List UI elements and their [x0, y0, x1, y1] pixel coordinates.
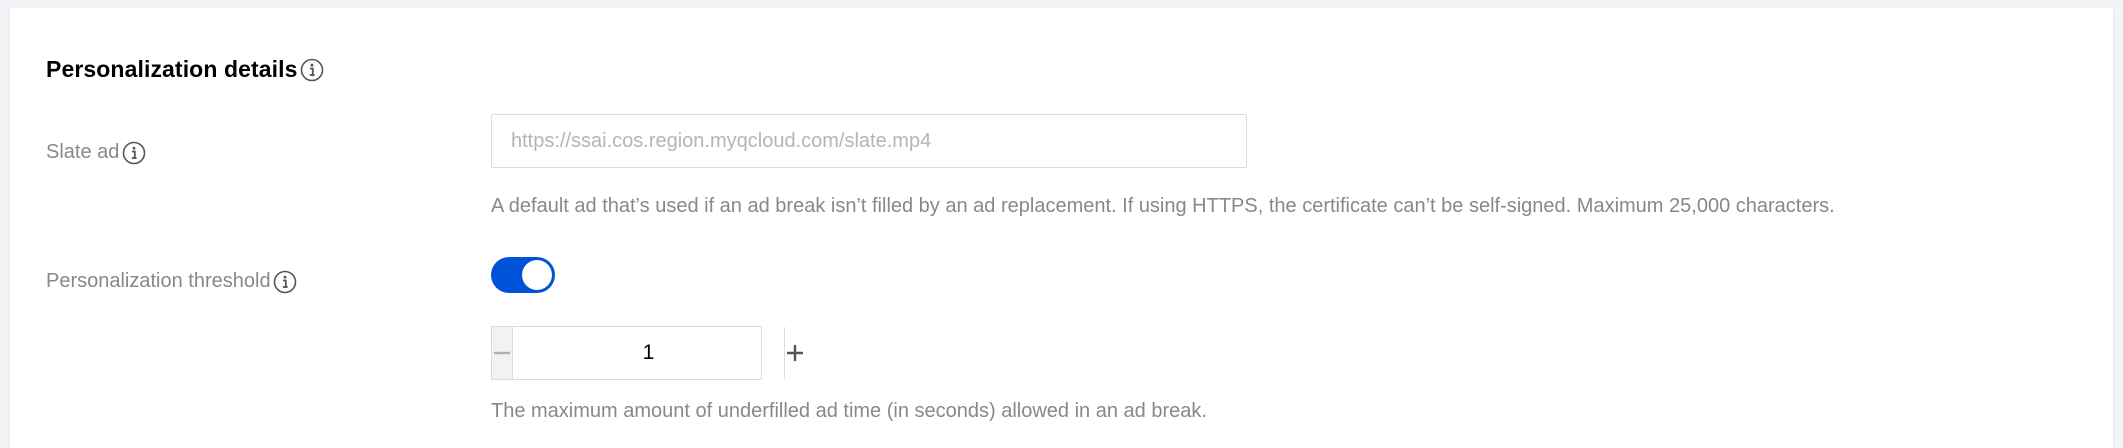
minus-icon: [494, 351, 510, 355]
slate-ad-url-input[interactable]: [491, 114, 1247, 168]
info-icon[interactable]: [273, 269, 298, 294]
threshold-help-text: The maximum amount of underfilled ad tim…: [491, 400, 1207, 422]
slate-ad-label: Slate ad: [46, 141, 120, 163]
section-header: Personalization details: [46, 56, 325, 83]
threshold-label-row: Personalization threshold: [46, 269, 298, 294]
slate-ad-help-text: A default ad that’s used if an ad break …: [491, 195, 1835, 217]
section-title: Personalization details: [46, 56, 298, 82]
threshold-toggle[interactable]: [491, 257, 555, 293]
info-icon[interactable]: [300, 57, 325, 82]
slate-ad-label-row: Slate ad: [46, 140, 146, 165]
plus-icon: [787, 345, 803, 361]
decrement-button[interactable]: [492, 327, 513, 379]
toggle-knob: [522, 260, 552, 290]
info-icon[interactable]: [121, 140, 146, 165]
threshold-label: Personalization threshold: [46, 270, 271, 292]
personalization-panel: Personalization details Slate ad A defau…: [10, 8, 2113, 448]
threshold-stepper[interactable]: [491, 326, 803, 380]
increment-button[interactable]: [784, 327, 805, 379]
threshold-value-input[interactable]: [513, 327, 784, 379]
